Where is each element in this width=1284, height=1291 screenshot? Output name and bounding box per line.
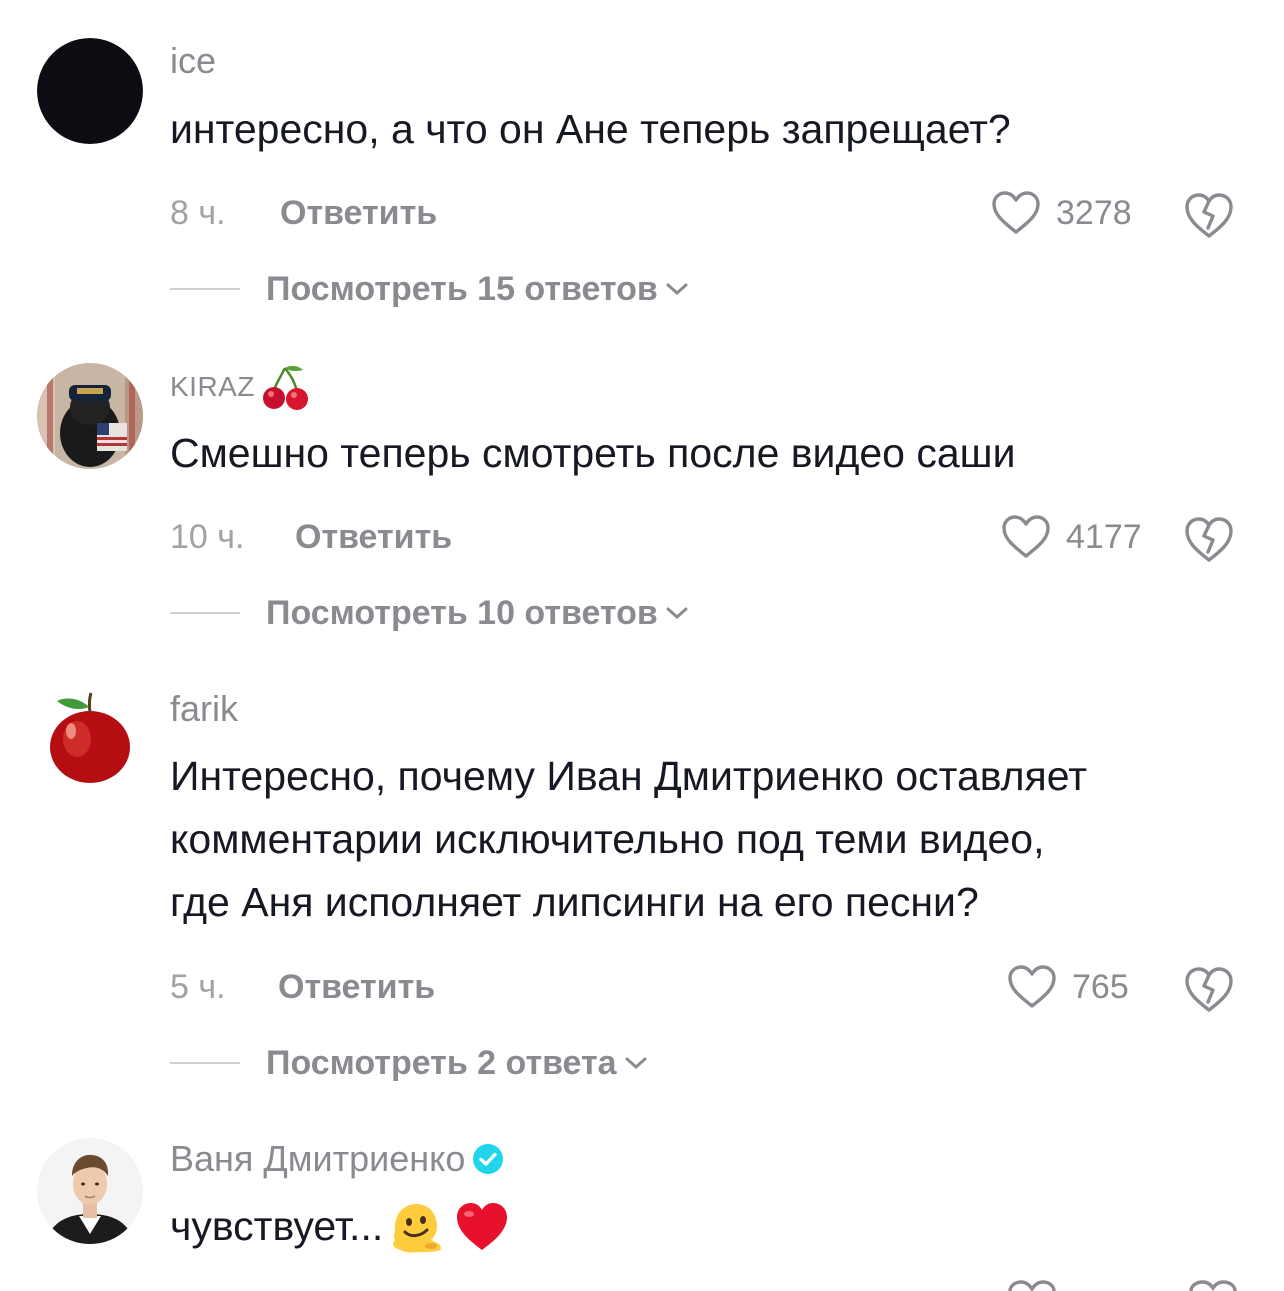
chevron-down-icon <box>625 1057 647 1070</box>
heart-icon <box>1002 515 1050 558</box>
avatar[interactable] <box>37 363 143 469</box>
red-heart-icon <box>457 1202 508 1250</box>
view-replies-button[interactable]: Посмотреть 10 ответов <box>170 588 690 638</box>
comment-text: Смешно теперь смотреть после видео саши <box>170 430 1016 476</box>
comment-time: 10 ч. <box>170 518 245 556</box>
comment-time: 5 ч. <box>170 968 226 1006</box>
cherry-icon <box>262 365 308 410</box>
divider-line <box>170 288 240 290</box>
comment-actions: 5 ч. Ответить 765 <box>170 962 1284 1012</box>
like-button[interactable]: 3278 <box>990 188 1132 238</box>
view-replies-button[interactable]: Посмотреть 2 ответа <box>170 1038 649 1088</box>
broken-heart-icon <box>1185 193 1233 238</box>
divider-line <box>170 1062 240 1064</box>
heart-icon <box>992 191 1040 234</box>
comment-text: интересно, а что он Ане теперь запрещает… <box>170 106 1011 152</box>
username-text: Ваня Дмитриенко <box>170 1138 466 1179</box>
like-count: 765 <box>1072 968 1129 1006</box>
heart-icon <box>1008 1280 1056 1291</box>
broken-heart-icon <box>1185 517 1233 562</box>
divider-line <box>170 612 240 614</box>
comment-text-content: чувствует... <box>170 1203 384 1249</box>
like-button[interactable]: 4177 <box>1000 512 1142 562</box>
view-replies-label: Посмотреть 15 ответов <box>266 269 658 308</box>
view-replies-label: Посмотреть 10 ответов <box>266 593 658 632</box>
dislike-button[interactable] <box>1182 964 1236 1014</box>
avatar[interactable] <box>37 687 143 793</box>
comment-username[interactable]: farik <box>170 688 238 730</box>
comment-time: 8 ч. <box>170 194 226 232</box>
broken-heart-icon <box>1189 1280 1237 1291</box>
username-text: ice <box>170 40 217 81</box>
username-text: KIRAZ <box>170 371 255 402</box>
reply-button[interactable]: Ответить <box>278 962 435 1012</box>
comment-username[interactable]: KIRAZ <box>170 362 311 412</box>
comment-username[interactable]: ice <box>170 40 216 82</box>
reply-button[interactable]: Ответить <box>295 512 452 562</box>
melting-face-icon <box>393 1203 442 1252</box>
dislike-button[interactable] <box>1182 190 1236 240</box>
like-button[interactable]: 765 <box>1006 962 1129 1012</box>
username-text: farik <box>170 688 239 729</box>
comment-text: Интересно, почему Иван Дмитриенко оставл… <box>170 753 1087 925</box>
heart-icon <box>1008 965 1056 1008</box>
like-count: 3278 <box>1056 194 1132 232</box>
reply-button[interactable]: Ответить <box>280 188 437 238</box>
comment-text: чувствует... <box>170 1195 1260 1258</box>
like-count: 4177 <box>1066 518 1142 556</box>
comment-username[interactable]: Ваня Дмитриенко <box>170 1138 505 1180</box>
dislike-button[interactable] <box>1182 514 1236 564</box>
view-replies-button[interactable]: Посмотреть 15 ответов <box>170 264 690 314</box>
avatar[interactable] <box>37 38 143 144</box>
verified-badge-icon <box>473 1144 504 1174</box>
cut-off-actions <box>0 1280 1284 1291</box>
comment-actions: 8 ч. Ответить 3278 <box>170 188 1284 238</box>
broken-heart-icon <box>1185 967 1233 1012</box>
avatar[interactable] <box>37 1138 143 1244</box>
comment-actions: 10 ч. Ответить 4177 <box>170 512 1284 562</box>
chevron-down-icon <box>666 283 688 296</box>
chevron-down-icon <box>666 607 688 620</box>
view-replies-label: Посмотреть 2 ответа <box>266 1043 617 1082</box>
